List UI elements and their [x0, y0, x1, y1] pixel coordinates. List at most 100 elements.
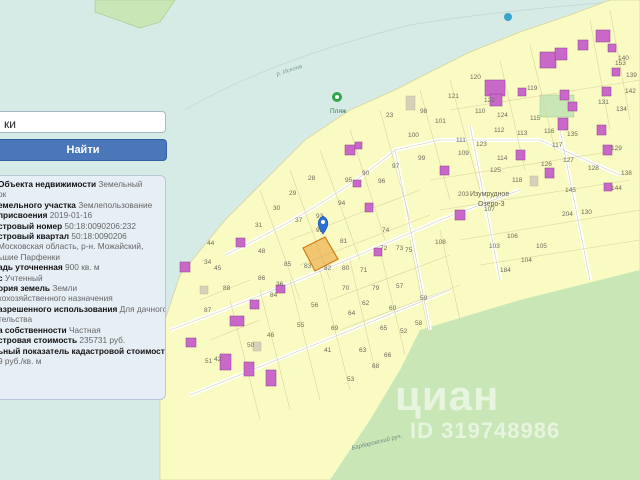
parcel-number: 34	[204, 259, 212, 266]
info-row: с Учтенный	[0, 272, 43, 283]
parcel-number: 109	[458, 150, 469, 157]
parcel-number: 153	[615, 60, 626, 67]
parcel-number: 82	[324, 265, 332, 272]
parcel-number: 184	[500, 267, 511, 274]
info-row: Объекта недвижимости Земельный	[0, 179, 143, 189]
find-button[interactable]: Найти	[0, 139, 167, 161]
parcel-number: 59	[420, 295, 428, 302]
parcel-number: 106	[507, 233, 518, 240]
parcel-number: 103	[489, 243, 500, 250]
parcel-number: 125	[490, 167, 501, 174]
parcel-number: 58	[415, 320, 423, 327]
parcel-number: 68	[372, 363, 380, 370]
parcel-number: 73	[396, 245, 404, 252]
parcel-number: 117	[552, 142, 563, 149]
parcel-number: 31	[255, 222, 263, 229]
parcel-number: 100	[408, 132, 419, 139]
fire-hydrant-icon	[504, 13, 512, 21]
parcel-number: 79	[372, 285, 380, 292]
parcel-number: 126	[541, 161, 552, 168]
parcel-number: 116	[544, 128, 555, 135]
info-row: емельного участка Землепользование	[0, 199, 153, 210]
info-row: стровый номер 50:18:0090206:232	[0, 220, 137, 231]
lake-label-2: Озеро-3	[478, 201, 505, 208]
parcel-number: 48	[258, 248, 266, 255]
parcel-number: 99	[418, 155, 426, 162]
parcel-number: 81	[340, 238, 348, 245]
parcel-number: 124	[497, 112, 508, 119]
parcel-number: 66	[384, 352, 392, 359]
parcel-number: 105	[536, 243, 547, 250]
parcel-number: 63	[359, 347, 367, 354]
parcel-number: 57	[396, 283, 404, 290]
parcel-number: 108	[435, 239, 446, 246]
watermark-id: ID 319748986	[410, 418, 561, 443]
parcel-number: 131	[598, 99, 609, 106]
parcel-number: 50	[247, 342, 255, 349]
info-row: кохозяйственного назначения	[0, 293, 113, 304]
parcel-number: 87	[204, 307, 212, 314]
parcel-number: 74	[382, 227, 390, 234]
parcel-number: 111	[456, 137, 466, 144]
info-row: ьшие Парфенки	[0, 251, 61, 262]
parcel-number: 36	[276, 281, 284, 288]
parcel-number: 44	[207, 240, 215, 247]
parcel-number: 70	[342, 285, 350, 292]
parcel-number: 142	[625, 88, 636, 95]
parcel-number: 60	[389, 305, 397, 312]
parcel-number: 98	[420, 108, 428, 115]
info-row: Московская область, р-н. Можайский,	[0, 241, 144, 252]
parcel-number: 203	[458, 191, 469, 198]
parcel-number: 94	[338, 200, 346, 207]
parcel-number: 52	[400, 328, 408, 335]
parcel-number: 29	[289, 190, 297, 197]
parcel-number: 138	[621, 170, 632, 177]
parcel-number: 56	[311, 302, 319, 309]
parcel-number: 135	[567, 131, 578, 138]
parcel-number: 112	[494, 127, 505, 134]
beach-label: Пляж	[330, 108, 347, 115]
parcel-number: 80	[342, 265, 350, 272]
parcel-info-panel: Объекта недвижимости Земельныйокемельног…	[0, 175, 166, 400]
search-input[interactable]: ки	[0, 111, 166, 133]
info-row: азрешенного использования Для дачного	[0, 303, 166, 314]
parcel-number: 75	[405, 247, 413, 254]
parcel-number: 97	[392, 163, 400, 170]
parcel-number: 123	[476, 141, 487, 148]
watermark-logo: циан	[395, 372, 500, 419]
parcel-number: 145	[565, 187, 576, 194]
parcel-number: 95	[345, 177, 353, 184]
parcel-number: 65	[380, 325, 388, 332]
parcel-number: 118	[512, 177, 523, 184]
parcel-number: 55	[297, 322, 305, 329]
parcel-number: 128	[588, 165, 599, 172]
parcel-number: 30	[273, 205, 281, 212]
parcel-number: 88	[223, 285, 231, 292]
info-row: а собственности Частная	[0, 324, 101, 335]
parcel-number: 129	[611, 145, 622, 152]
parcel-number: 144	[611, 185, 622, 192]
parcel-number: 139	[626, 72, 637, 79]
parcel-number: 114	[497, 155, 508, 162]
parcel-number: 46	[267, 332, 275, 339]
parcel-number: 134	[616, 106, 627, 113]
parcel-number: 37	[295, 217, 303, 224]
parcel-number: 42	[214, 356, 222, 363]
lake-label-1: Изумрудное	[470, 191, 509, 198]
info-row: присвоения 2019-01-16	[0, 210, 93, 221]
parcel-number: 72	[380, 245, 388, 252]
parcel-number: 69	[331, 325, 339, 332]
parcel-number: 28	[308, 175, 316, 182]
parcel-number: 90	[362, 170, 370, 177]
parcel-number: 101	[435, 118, 446, 125]
parcel-number: 85	[284, 261, 292, 268]
info-row: ория земель Земли	[0, 283, 78, 294]
info-row: ьный показатель кадастровой стоимости	[0, 345, 166, 356]
parcel-number: 130	[581, 209, 592, 216]
parcel-number: 120	[470, 74, 481, 81]
parcel-number: 23	[386, 112, 394, 119]
info-row: тельства	[0, 314, 33, 325]
parcel-number: 83	[304, 263, 312, 270]
parcel-number: 62	[362, 300, 370, 307]
parcel-number: 53	[347, 376, 355, 383]
